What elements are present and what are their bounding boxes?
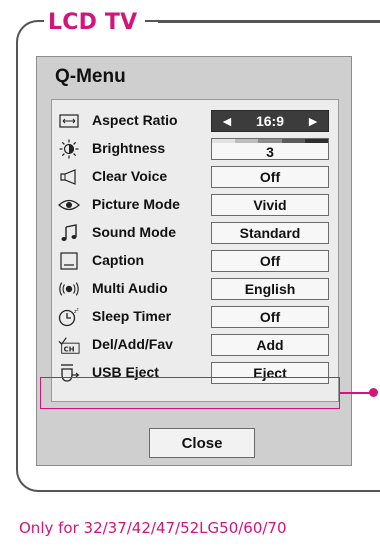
menu-item-multi-audio[interactable]: Multi Audio English [52, 276, 340, 303]
clear-voice-icon [58, 167, 80, 187]
menu-item-label: Del/Add/Fav [92, 336, 173, 352]
frame-title-line [158, 21, 380, 23]
menu-item-aspect-ratio[interactable]: Aspect Ratio ◄ 16:9 ► [52, 108, 340, 135]
menu-item-value: 3 [266, 144, 274, 160]
sleep-timer-icon: zz [58, 307, 80, 327]
menu-item-picture-mode[interactable]: Picture Mode Vivid [52, 192, 340, 219]
q-menu-title: Q-Menu [55, 66, 126, 87]
brightness-level-bar [212, 139, 329, 143]
sound-mode-icon [58, 223, 80, 243]
callout-line [340, 392, 372, 394]
menu-item-del-add-fav[interactable]: CH Del/Add/Fav Add [52, 332, 340, 359]
brightness-icon [58, 139, 80, 159]
menu-item-sleep-timer[interactable]: zz Sleep Timer Off [52, 304, 340, 331]
clear-voice-selector[interactable]: Off [211, 166, 329, 188]
menu-item-label: Sleep Timer [92, 308, 172, 324]
menu-item-label: Picture Mode [92, 196, 180, 212]
menu-item-label: Clear Voice [92, 168, 168, 184]
menu-list: Aspect Ratio ◄ 16:9 ► Brightness 3 Clear… [51, 99, 339, 402]
menu-item-label: Caption [92, 252, 145, 268]
callout-dot [369, 388, 378, 397]
close-button[interactable]: Close [149, 428, 255, 458]
svg-text:z: z [77, 307, 79, 312]
sleep-timer-selector[interactable]: Off [211, 306, 329, 328]
del-add-fav-icon: CH [58, 335, 80, 355]
aspect-ratio-selector[interactable]: ◄ 16:9 ► [211, 110, 329, 132]
svg-text:CH: CH [64, 345, 75, 353]
menu-item-label: Brightness [92, 140, 166, 156]
caption-selector[interactable]: Off [211, 250, 329, 272]
menu-item-clear-voice[interactable]: Clear Voice Off [52, 164, 340, 191]
picture-mode-selector[interactable]: Vivid [211, 194, 329, 216]
multi-audio-icon [58, 279, 80, 299]
sound-mode-selector[interactable]: Standard [211, 222, 329, 244]
menu-item-value: 16:9 [255, 113, 285, 129]
usb-eject-highlight [40, 377, 340, 409]
menu-item-label: Sound Mode [92, 224, 176, 240]
picture-mode-icon [58, 195, 80, 215]
frame-title-wrap: LCD TV [44, 5, 146, 39]
menu-item-sound-mode[interactable]: Sound Mode Standard [52, 220, 340, 247]
multi-audio-selector[interactable]: English [211, 278, 329, 300]
menu-item-caption[interactable]: Caption Off [52, 248, 340, 275]
right-arrow-icon[interactable]: ► [306, 113, 320, 129]
model-footnote: Only for 32/37/42/47/52LG50/60/70 [19, 519, 287, 537]
del-add-fav-selector[interactable]: Add [211, 334, 329, 356]
aspect-ratio-icon [58, 111, 80, 131]
brightness-selector[interactable]: 3 [211, 138, 329, 160]
caption-icon [58, 251, 80, 271]
menu-item-label: Multi Audio [92, 280, 168, 296]
menu-item-label: Aspect Ratio [92, 112, 178, 128]
menu-item-brightness[interactable]: Brightness 3 [52, 136, 340, 163]
frame-title: LCD TV [48, 9, 138, 35]
left-arrow-icon[interactable]: ◄ [220, 113, 234, 129]
